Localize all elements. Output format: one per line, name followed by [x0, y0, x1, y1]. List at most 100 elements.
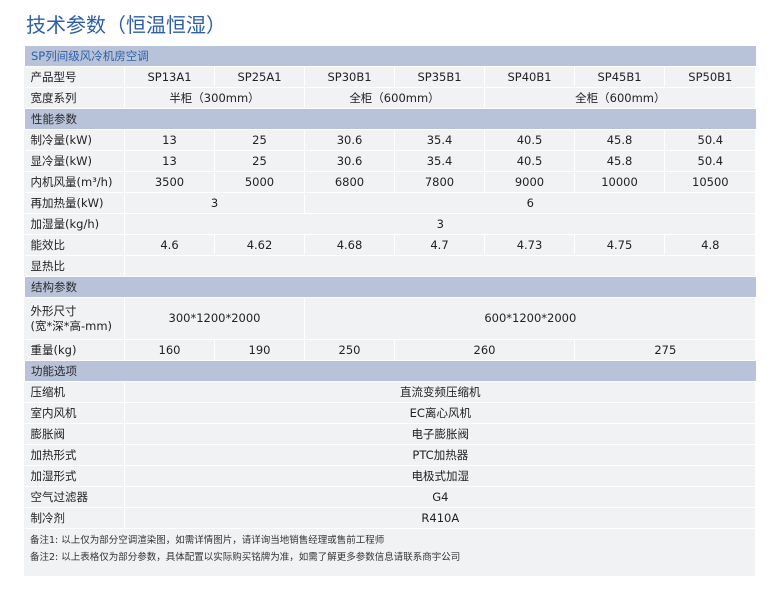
reheat-label: 再加热量(kW): [24, 192, 125, 214]
structure-section-row: 结构参数: [23, 276, 756, 298]
eer-cell: 4.6: [124, 234, 215, 256]
eer-row: 能效比 4.6 4.62 4.68 4.7 4.73 4.75 4.8: [24, 234, 756, 256]
width-series-cell: 半柜（300mm）: [124, 87, 305, 109]
reheat-row: 再加热量(kW) 3 6: [24, 192, 756, 214]
airflow-cell: 10000: [574, 171, 665, 193]
cooling-row: 制冷量(kW) 13 25 30.6 35.4 40.5 45.8 50.4: [24, 129, 756, 151]
eer-label: 能效比: [24, 234, 125, 256]
width-series-cell: 全柜（600mm）: [483, 87, 756, 109]
airflow-cell: 7800: [394, 171, 485, 193]
compressor-row: 压缩机 直流变频压缩机: [24, 381, 756, 403]
model-cell: SP13A1: [124, 66, 215, 88]
valve-cell: 电子膨胀阀: [123, 423, 756, 445]
model-cell: SP35B1: [394, 66, 485, 88]
cooling-cell: 40.5: [484, 129, 575, 151]
reheat-cell: 3: [124, 192, 305, 214]
refrigerant-cell: R410A: [123, 507, 756, 529]
shr-row: 显热比: [24, 255, 756, 277]
weight-cell: 160: [124, 339, 215, 361]
width-series-cell: 全柜（600mm）: [304, 87, 485, 109]
filter-label: 空气过滤器: [24, 486, 125, 508]
sensible-cell: 13: [124, 150, 215, 172]
reheat-cell: 6: [303, 192, 756, 214]
weight-row: 重量(kg) 160 190 250 260 275: [24, 339, 756, 361]
performance-section-row: 性能参数: [23, 108, 756, 130]
spec-table: SP列间级风冷机房空调 产品型号 SP13A1 SP25A1 SP30B1 SP…: [23, 46, 756, 529]
indoor-fan-row: 室内风机 EC离心风机: [24, 402, 756, 424]
options-section: 功能选项: [23, 360, 756, 382]
cooling-cell: 35.4: [394, 129, 485, 151]
refrigerant-label: 制冷剂: [24, 507, 125, 529]
model-cell: SP50B1: [663, 66, 756, 88]
eer-cell: 4.73: [484, 234, 575, 256]
eer-cell: 4.7: [394, 234, 485, 256]
airflow-cell: 10500: [663, 171, 756, 193]
humidify-row: 加湿量(kg/h) 3: [24, 213, 756, 235]
indoor-fan-label: 室内风机: [24, 402, 125, 424]
airflow-cell: 5000: [214, 171, 305, 193]
eer-cell: 4.8: [663, 234, 756, 256]
airflow-cell: 9000: [484, 171, 575, 193]
notes: 备注1: 以上仅为部分空调渲染图，如需详情图片，请详询当地销售经理或售前工程师 …: [30, 532, 460, 566]
series-header: SP列间级风冷机房空调: [23, 46, 756, 67]
humidify-label: 加湿量(kg/h): [24, 213, 125, 235]
model-row: 产品型号 SP13A1 SP25A1 SP30B1 SP35B1 SP40B1 …: [24, 66, 756, 88]
shr-label: 显热比: [24, 255, 125, 277]
cooling-cell: 30.6: [304, 129, 395, 151]
humidify-type-row: 加湿形式 电极式加湿: [24, 465, 756, 487]
valve-label: 膨胀阀: [24, 423, 125, 445]
sensible-cell: 50.4: [663, 150, 756, 172]
eer-cell: 4.68: [304, 234, 395, 256]
heating-type-cell: PTC加热器: [123, 444, 756, 466]
weight-cell: 275: [573, 339, 756, 361]
filter-cell: G4: [123, 486, 756, 508]
cooling-cell: 50.4: [663, 129, 756, 151]
series-header-row: SP列间级风冷机房空调: [23, 46, 756, 67]
indoor-fan-cell: EC离心风机: [123, 402, 756, 424]
shr-cell: [123, 255, 756, 277]
weight-label: 重量(kg): [24, 339, 125, 361]
airflow-cell: 6800: [304, 171, 395, 193]
compressor-cell: 直流变频压缩机: [123, 381, 756, 403]
cooling-label: 制冷量(kW): [24, 129, 125, 151]
refrigerant-row: 制冷剂 R410A: [24, 507, 756, 529]
humidify-cell: 3: [123, 213, 756, 235]
dims-label-line1: 外形尺寸: [30, 303, 77, 318]
dims-cell: 600*1200*2000: [303, 297, 756, 340]
eer-cell: 4.75: [574, 234, 665, 256]
width-series-label: 宽度系列: [24, 87, 125, 109]
cooling-cell: 25: [214, 129, 305, 151]
weight-cell: 250: [304, 339, 395, 361]
dims-row: 外形尺寸 (宽*深*高-mm) 300*1200*2000 600*1200*2…: [24, 297, 756, 340]
model-cell: SP40B1: [484, 66, 575, 88]
airflow-row: 内机风量(m³/h) 3500 5000 6800 7800 9000 1000…: [24, 171, 756, 193]
humidify-type-cell: 电极式加湿: [123, 465, 756, 487]
note-1: 备注1: 以上仅为部分空调渲染图，如需详情图片，请详询当地销售经理或售前工程师: [30, 535, 385, 546]
model-label: 产品型号: [24, 66, 125, 88]
cooling-cell: 45.8: [574, 129, 665, 151]
page-title: 技术参数（恒温恒湿）: [26, 13, 226, 37]
heating-type-row: 加热形式 PTC加热器: [24, 444, 756, 466]
options-section-row: 功能选项: [23, 360, 756, 382]
humidify-type-label: 加湿形式: [24, 465, 125, 487]
heating-type-label: 加热形式: [24, 444, 125, 466]
valve-row: 膨胀阀 电子膨胀阀: [24, 423, 756, 445]
filter-row: 空气过滤器 G4: [24, 486, 756, 508]
weight-cell: 190: [214, 339, 305, 361]
cooling-cell: 13: [124, 129, 215, 151]
sensible-cell: 40.5: [484, 150, 575, 172]
sensible-cell: 25: [214, 150, 305, 172]
dims-label-line2: (宽*深*高-mm): [30, 318, 113, 333]
airflow-label: 内机风量(m³/h): [24, 171, 125, 193]
sensible-cell: 30.6: [304, 150, 395, 172]
sensible-cell: 35.4: [394, 150, 485, 172]
model-cell: SP25A1: [214, 66, 305, 88]
airflow-cell: 3500: [124, 171, 215, 193]
eer-cell: 4.62: [214, 234, 305, 256]
weight-cell: 260: [394, 339, 575, 361]
structure-section: 结构参数: [23, 276, 756, 298]
performance-section: 性能参数: [23, 108, 756, 130]
width-series-row: 宽度系列 半柜（300mm） 全柜（600mm） 全柜（600mm）: [24, 87, 756, 109]
note-2: 备注2: 以上表格仅为部分参数，具体配置以实际购买铭牌为准，如需了解更多参数信息…: [30, 552, 461, 563]
compressor-label: 压缩机: [24, 381, 125, 403]
